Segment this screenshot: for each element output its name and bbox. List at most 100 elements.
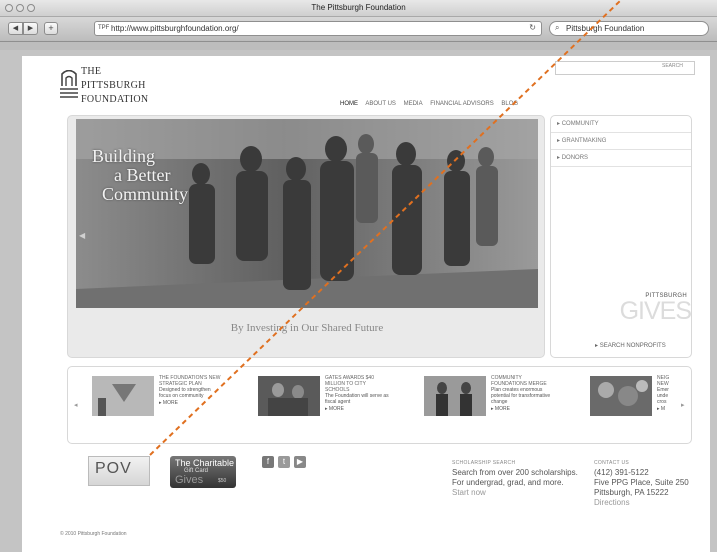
contact-address-2: Pittsburgh, PA 15222 [594,488,669,497]
gift-card-line-3: Gives [175,474,204,486]
scholarship-line-2: For undergrad, grad, and more. [452,478,564,487]
news-carousel: ◂ THE FOUNDATION'S NEW STRATEGIC PLAN De… [67,366,692,444]
scholarship-search: SCHOLARSHIP SEARCH Search from over 200 … [452,458,578,498]
address-bar[interactable]: TPF http://www.pittsburghfoundation.org/… [94,21,542,36]
main-navigation: HOME ABOUT US MEDIA FINANCIAL ADVISORS B… [340,101,524,111]
scholarship-line-1: Search from over 200 scholarships. [452,468,578,477]
window-titlebar: The Pittsburgh Foundation [0,0,717,17]
side-item-community[interactable]: ▸ COMMUNITY [551,116,691,133]
news-item[interactable]: THE FOUNDATION'S NEW STRATEGIC PLAN Desi… [92,372,242,437]
more-label: MORE [162,400,178,406]
back-button[interactable]: ◀ [8,22,23,35]
hero-line-1: Building [92,146,156,166]
news-item[interactable]: NEIG NEW Emer unde cros ▸ M [590,372,680,437]
side-item-label: COMMUNITY [561,121,599,127]
news-thumbnail [92,376,154,416]
news-text: NEIG NEW Emer unde cros ▸ M [657,375,669,412]
zoom-window-button[interactable] [27,4,35,12]
news-more-link[interactable]: ▸ M [657,406,669,412]
side-item-label: GRANTMAKING [561,138,607,144]
news-prev-arrow-icon[interactable]: ◂ [74,401,78,409]
news-thumbnail [590,376,652,416]
news-text: GATES AWARDS $40 MILLION TO CITY SCHOOLS… [325,375,389,412]
gift-card-badge[interactable]: The Charitable Gift Card Gives $50 [170,456,236,488]
contact-phone: (412) 391-5122 [594,468,649,477]
news-text: COMMUNITY FOUNDATIONS MERGE Plan creates… [491,375,550,412]
nav-blog[interactable]: BLOG [501,101,518,107]
start-now-link[interactable]: Start now [452,488,578,498]
hero-caption: By Investing in Our Shared Future [230,322,384,334]
hero-line-3: Community [102,184,189,204]
minimize-window-button[interactable] [16,4,24,12]
gift-card-amount: $50 [218,478,227,484]
news-text: THE FOUNDATION'S NEW STRATEGIC PLAN Desi… [159,375,220,406]
pov-text: POV [95,460,132,477]
hero-prev-arrow-icon[interactable]: ◀ [79,231,85,240]
hero-banner: Building a Better Community ◀ ▶ By Inves… [67,115,545,358]
browser-search-query: Pittsburgh Foundation [566,24,645,33]
logo-line-1: THE [81,66,102,77]
gift-card-line-1: The Charitable [175,458,235,468]
foundations-merge-image [424,376,486,416]
news-body: focus on community [159,393,204,399]
arch-logo-icon [60,70,78,98]
side-item-donors[interactable]: ▸ DONORS [551,150,691,167]
gives-logo-text[interactable]: GIVES [613,297,692,326]
news-more-link[interactable]: ▸ MORE [491,406,550,412]
forward-button[interactable]: ▶ [23,22,38,35]
more-label: MORE [494,406,510,412]
close-window-button[interactable] [5,4,13,12]
search-icon: ⌕ [555,23,560,32]
strategic-plan-image [92,376,154,416]
logo-line-2: PITTSBURGH [81,80,146,91]
page-viewport: THE PITTSBURGH FOUNDATION SEARCH HOME AB… [0,50,717,552]
nav-home[interactable]: HOME [340,101,358,107]
more-label: MORE [328,406,344,412]
news-more-link[interactable]: ▸ MORE [325,406,389,412]
favicon-icon: TPF [98,25,110,31]
news-thumbnail [424,376,486,416]
news-next-arrow-icon[interactable]: ▸ [681,401,685,409]
contact-us: CONTACT US (412) 391-5122 Five PPG Place… [594,458,689,508]
more-label: M [660,406,666,412]
facebook-icon[interactable]: f [262,456,274,468]
browser-search-field[interactable]: ⌕ Pittsburgh Foundation [549,21,709,36]
side-item-grantmaking[interactable]: ▸ GRANTMAKING [551,133,691,150]
address-bar-url: http://www.pittsburghfoundation.org/ [111,24,239,33]
page-canvas: THE PITTSBURGH FOUNDATION SEARCH HOME AB… [22,56,710,552]
news-body: fiscal agent [325,399,351,405]
news-more-link[interactable]: ▸ MORE [159,400,220,406]
news-thumbnail [258,376,320,416]
reload-icon[interactable]: ↻ [529,23,536,32]
gates-award-image [258,376,320,416]
site-search-button[interactable]: SEARCH [662,63,683,69]
contact-address-1: Five PPG Place, Suite 250 [594,478,689,487]
directions-link[interactable]: Directions [594,498,689,508]
bookmarks-bar [0,42,717,50]
nav-about-us[interactable]: ABOUT US [365,101,396,107]
hero-headline: Building a Better Community [92,147,188,204]
side-item-label: DONORS [561,155,589,161]
neighborhood-image [590,376,652,416]
logo-line-3: FOUNDATION [81,94,149,105]
window-title: The Pittsburgh Foundation [311,3,406,12]
foundation-logo[interactable]: THE PITTSBURGH FOUNDATION [60,66,190,114]
twitter-icon[interactable]: t [278,456,290,468]
hero-line-2: a Better [114,165,171,185]
copyright-text: © 2010 Pittsburgh Foundation [60,531,127,537]
side-panel: ▸ COMMUNITY ▸ GRANTMAKING ▸ DONORS PITTS… [550,115,692,358]
news-item[interactable]: GATES AWARDS $40 MILLION TO CITY SCHOOLS… [258,372,408,437]
add-bookmark-button[interactable]: + [44,22,58,35]
search-nonprofits-label: SEARCH NONPROFITS [599,343,666,349]
scholarship-heading: SCHOLARSHIP SEARCH [452,460,516,466]
nav-media[interactable]: MEDIA [404,101,423,107]
contact-heading: CONTACT US [594,460,630,466]
news-body: cros [657,399,667,405]
nav-financial-advisors[interactable]: FINANCIAL ADVISORS [430,101,493,107]
news-item[interactable]: COMMUNITY FOUNDATIONS MERGE Plan creates… [424,372,574,437]
search-nonprofits-link[interactable]: ▸ SEARCH NONPROFITS [595,342,666,349]
hero-photo: Building a Better Community ◀ ▶ [76,119,538,308]
pov-badge[interactable]: POV [88,456,150,486]
browser-toolbar: ◀ ▶ + TPF http://www.pittsburghfoundatio… [0,17,717,42]
youtube-icon[interactable]: ▶ [294,456,306,468]
